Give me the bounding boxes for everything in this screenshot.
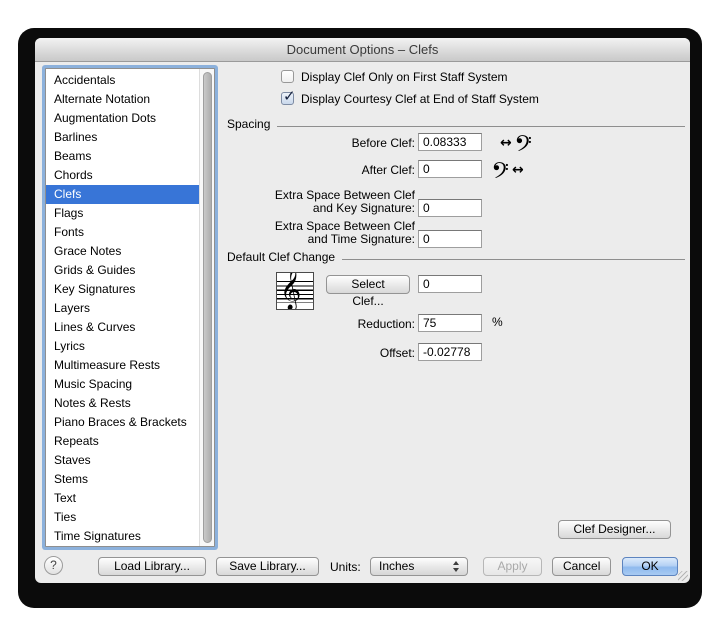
checkbox-display-clef-only-first[interactable] <box>281 70 294 83</box>
list-item[interactable]: Key Signatures <box>46 280 214 299</box>
load-library-button[interactable]: Load Library... <box>98 557 206 576</box>
extra-space-time-signature-input[interactable] <box>418 230 482 248</box>
up-down-arrows-icon <box>453 560 460 573</box>
save-library-button[interactable]: Save Library... <box>216 557 319 576</box>
default-clef-change-header-label: Default Clef Change <box>227 250 336 264</box>
default-clef-change-section-header: Default Clef Change <box>227 250 685 264</box>
spacing-section-header: Spacing <box>227 117 685 131</box>
clef-designer-button[interactable]: Clef Designer... <box>558 520 671 539</box>
resize-grip[interactable] <box>678 571 688 581</box>
checkbox-label: Display Courtesy Clef at End of Staff Sy… <box>301 92 539 106</box>
list-item[interactable]: Text <box>46 489 214 508</box>
units-popup-value: Inches <box>379 559 415 573</box>
list-item[interactable]: Notes & Rests <box>46 394 214 413</box>
section-divider <box>342 258 685 260</box>
bass-clef-icon <box>493 161 508 179</box>
units-label: Units: <box>330 560 361 574</box>
left-right-arrow-icon: ↔ <box>512 162 524 178</box>
extra-space-key-signature-label: Extra Space Between Clef and Key Signatu… <box>274 188 415 215</box>
before-clef-spacing-illustration: ↔ <box>500 134 531 152</box>
list-item[interactable]: Alternate Notation <box>46 90 214 109</box>
offset-input[interactable] <box>418 343 482 361</box>
checkbox-display-courtesy-clef[interactable]: ✓ <box>281 88 296 105</box>
checkbox-label: Display Clef Only on First Staff System <box>301 70 508 84</box>
list-item[interactable]: Time Signatures <box>46 527 214 546</box>
section-divider <box>277 125 685 127</box>
select-clef-button[interactable]: Select Clef... <box>326 275 410 308</box>
reduction-input[interactable] <box>418 314 482 332</box>
window-title: Document Options – Clefs <box>286 42 439 57</box>
clef-preview: 𝄞 <box>276 272 314 310</box>
help-button[interactable]: ? <box>44 556 63 575</box>
reduction-label: Reduction: <box>357 317 415 331</box>
before-clef-input[interactable] <box>418 133 482 151</box>
list-item[interactable]: Stems <box>46 470 214 489</box>
list-item[interactable]: Staves <box>46 451 214 470</box>
after-clef-input[interactable] <box>418 160 482 178</box>
screen: Document Options – Clefs Accidentals Alte… <box>0 0 718 624</box>
treble-clef-icon: 𝄞 <box>280 272 302 310</box>
before-clef-label: Before Clef: <box>351 136 415 150</box>
offset-label: Offset: <box>379 346 415 360</box>
document-options-dialog: Document Options – Clefs Accidentals Alte… <box>35 38 690 583</box>
after-clef-spacing-illustration: ↔ <box>493 161 524 179</box>
ok-button[interactable]: OK <box>622 557 678 576</box>
bass-clef-icon <box>516 134 531 152</box>
checkmark-icon: ✓ <box>283 88 296 105</box>
list-item[interactable]: Accidentals <box>46 71 214 90</box>
list-item[interactable]: Ties <box>46 508 214 527</box>
titlebar[interactable]: Document Options – Clefs <box>35 38 690 62</box>
percent-label: % <box>492 315 503 329</box>
units-popup[interactable]: Inches <box>370 557 468 576</box>
list-item[interactable]: Grids & Guides <box>46 261 214 280</box>
clef-number-input[interactable] <box>418 275 482 293</box>
list-item[interactable]: Augmentation Dots <box>46 109 214 128</box>
spacing-header-label: Spacing <box>227 117 271 131</box>
list-item[interactable]: Music Spacing <box>46 375 214 394</box>
cancel-button[interactable]: Cancel <box>552 557 611 576</box>
extra-space-key-signature-input[interactable] <box>418 199 482 217</box>
list-item[interactable]: Repeats <box>46 432 214 451</box>
list-item[interactable]: Layers <box>46 299 214 318</box>
apply-button[interactable]: Apply <box>483 557 542 576</box>
extra-space-time-signature-label: Extra Space Between Clef and Time Signat… <box>274 219 415 246</box>
list-item[interactable]: Piano Braces & Brackets <box>46 413 214 432</box>
after-clef-label: After Clef: <box>361 163 415 177</box>
left-right-arrow-icon: ↔ <box>500 135 512 151</box>
